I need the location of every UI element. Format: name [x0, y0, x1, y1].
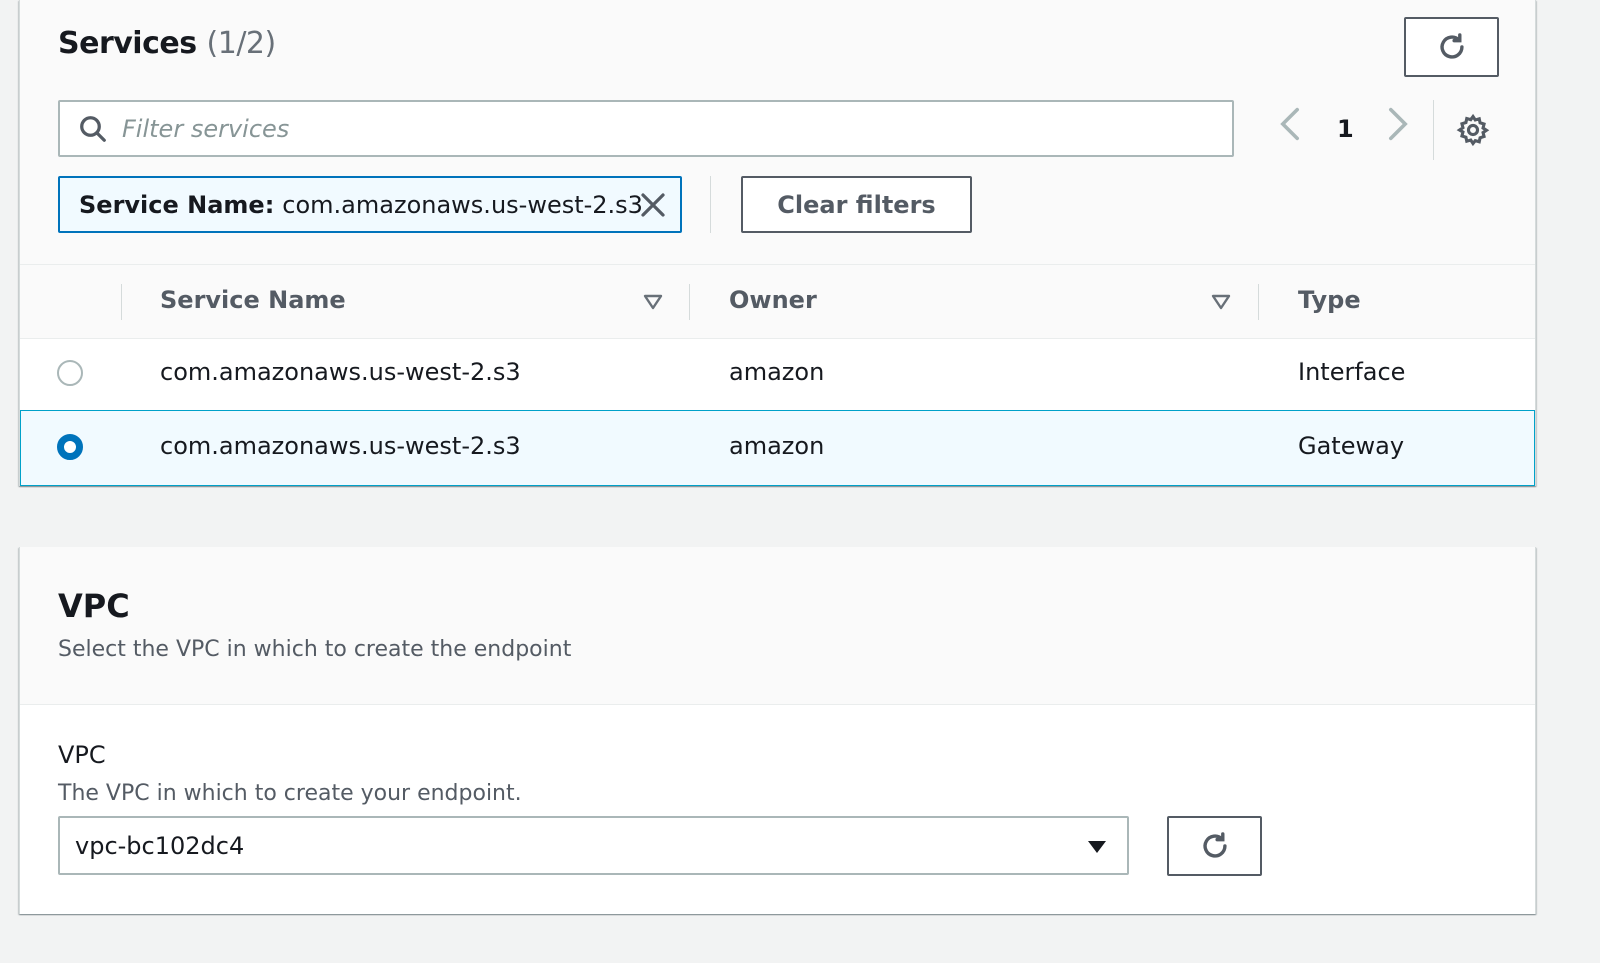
cell-owner: amazon [729, 358, 825, 386]
services-count: (1/2) [206, 26, 277, 61]
vpc-section-title: VPC [58, 587, 130, 625]
column-divider [121, 284, 122, 320]
search-icon [80, 115, 106, 142]
vpc-section-description: Select the VPC in which to create the en… [58, 637, 572, 662]
preferences-button[interactable] [1456, 113, 1490, 151]
cell-type: Interface [1298, 358, 1406, 386]
sort-caret-icon[interactable] [1210, 293, 1232, 311]
close-icon[interactable] [638, 190, 668, 220]
pagination-next[interactable] [1386, 106, 1410, 151]
vpc-field-label: VPC [58, 741, 106, 769]
vpc-select[interactable]: vpc-bc102dc4 [58, 816, 1129, 875]
chevron-left-icon [1280, 107, 1299, 141]
pagination-current-page[interactable]: 1 [1337, 115, 1354, 143]
services-refresh-button[interactable] [1404, 17, 1499, 77]
table-row[interactable]: com.amazonaws.us-west-2.s3 amazon Interf… [20, 339, 1535, 410]
filter-token: Service Name: com.amazonaws.us-west-2.s3 [58, 176, 682, 233]
refresh-icon [1202, 832, 1227, 858]
row-radio[interactable] [57, 360, 83, 386]
cell-service-name: com.amazonaws.us-west-2.s3 [160, 358, 521, 386]
column-divider [689, 284, 690, 320]
sort-caret-icon[interactable] [642, 293, 664, 311]
column-divider [1258, 284, 1259, 320]
caret-down-icon [1088, 841, 1106, 853]
vpc-field-description: The VPC in which to create your endpoint… [58, 781, 522, 806]
clear-filters-button[interactable]: Clear filters [741, 176, 972, 233]
gear-icon [1456, 113, 1490, 147]
column-header-type[interactable]: Type [1298, 286, 1361, 314]
services-panel: Services (1/2) 1 Service Name: com.amazo… [19, 0, 1536, 486]
table-row-selected[interactable]: com.amazonaws.us-west-2.s3 amazon Gatewa… [20, 410, 1535, 486]
filter-token-key: Service Name: [79, 190, 275, 219]
token-divider [710, 176, 711, 233]
vpc-panel: VPC Select the VPC in which to create th… [19, 547, 1536, 914]
services-title-text: Services [58, 26, 197, 61]
column-header-service-name[interactable]: Service Name [160, 286, 346, 314]
pagination-divider [1433, 100, 1434, 160]
cell-service-name: com.amazonaws.us-west-2.s3 [160, 432, 521, 460]
vpc-section-body: VPC The VPC in which to create your endp… [20, 704, 1535, 914]
vpc-refresh-button[interactable] [1167, 816, 1262, 876]
filter-services-input[interactable] [122, 114, 1202, 143]
vpc-select-value: vpc-bc102dc4 [75, 831, 245, 860]
cell-type: Gateway [1298, 432, 1405, 460]
filter-box [58, 100, 1234, 157]
row-radio-checked[interactable] [57, 434, 83, 460]
table-header: Service Name Owner Type [20, 264, 1535, 339]
chevron-right-icon [1389, 107, 1408, 141]
refresh-icon [1439, 33, 1464, 59]
filter-token-value: com.amazonaws.us-west-2.s3 [282, 190, 643, 219]
services-title: Services (1/2) [58, 26, 276, 61]
column-header-owner[interactable]: Owner [729, 286, 817, 314]
cell-owner: amazon [729, 432, 825, 460]
pagination-prev[interactable] [1278, 106, 1302, 151]
